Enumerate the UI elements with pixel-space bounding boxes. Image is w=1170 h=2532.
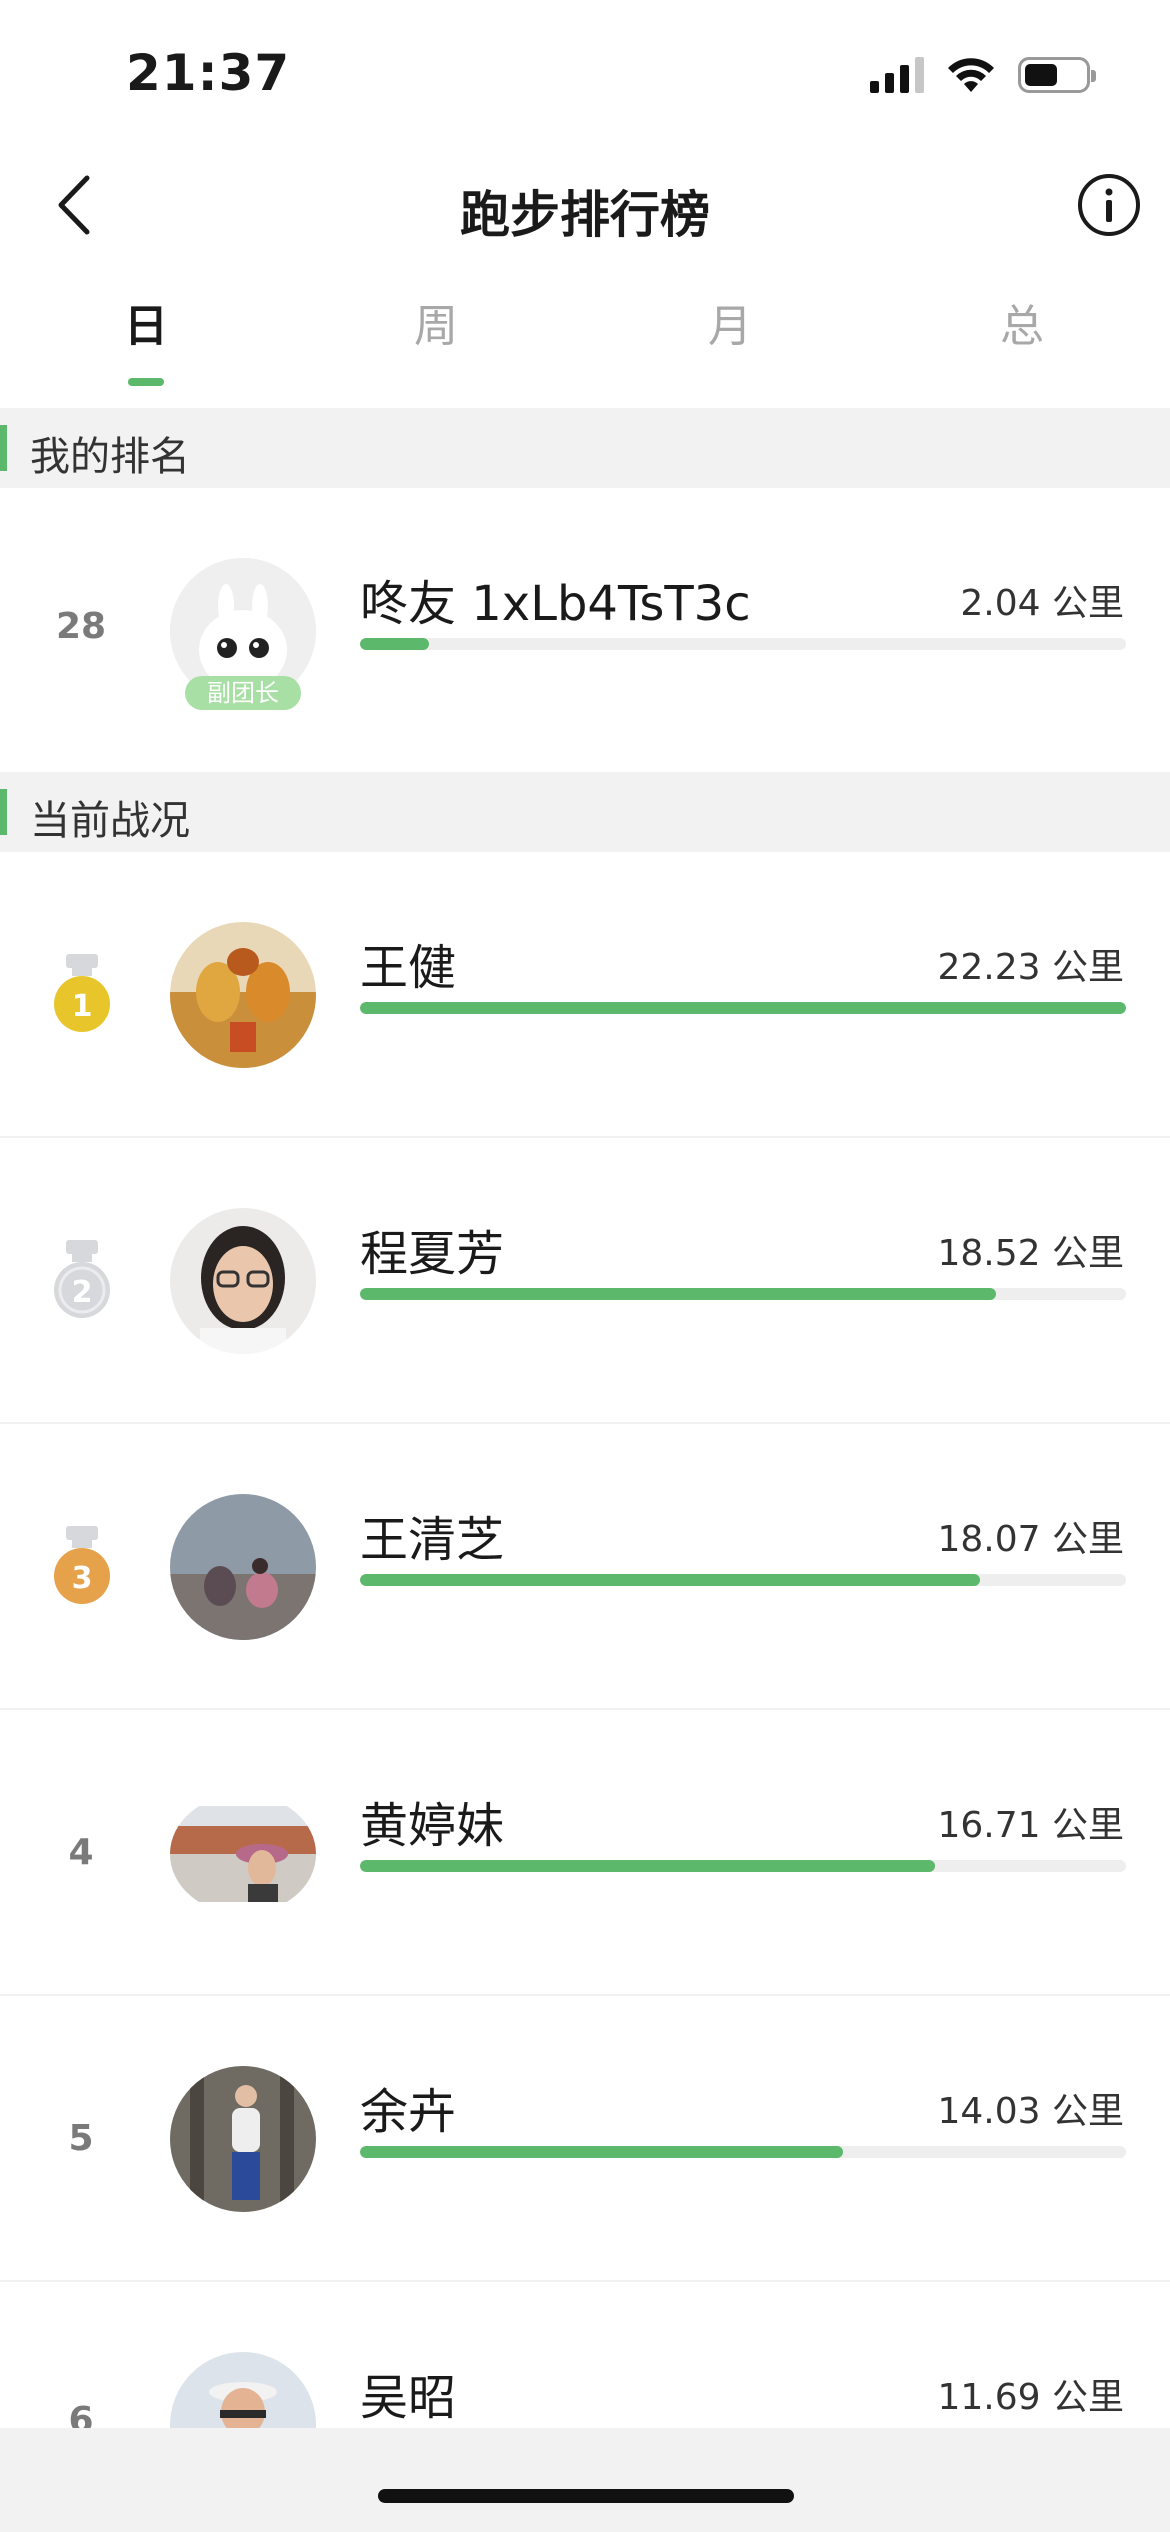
home-indicator[interactable] (378, 2489, 794, 2503)
progress-bar (360, 638, 1126, 650)
distance-value: 18.07 公里 (937, 1519, 1124, 1560)
progress-fill (360, 638, 429, 650)
tab-label: 日 (124, 301, 168, 352)
status-time: 21:37 (126, 44, 291, 102)
tab-day[interactable]: 日 (86, 290, 206, 386)
section-title: 当前战况 (30, 798, 190, 844)
tab-label: 周 (414, 301, 458, 352)
user-name: 程夏芳 (360, 1226, 505, 1282)
tab-label: 月 (708, 301, 752, 352)
progress-bar (360, 2146, 1126, 2158)
progress-bar (360, 1574, 1126, 1586)
medal-number: 3 (72, 1561, 93, 1596)
distance-value: 14.03 公里 (937, 2091, 1124, 2132)
section-title: 我的排名 (30, 434, 190, 480)
rank-number: 4 (68, 1832, 94, 1873)
battery-icon (1018, 57, 1096, 93)
rank-number: 28 (55, 606, 107, 647)
distance-value: 22.23 公里 (937, 947, 1124, 988)
info-circle-icon[interactable] (1076, 172, 1142, 238)
silver-medal-icon: 2 (50, 1238, 114, 1322)
progress-bar (360, 1288, 1126, 1300)
section-header-current: 当前战况 (0, 772, 1170, 852)
my-rank-row[interactable]: 28 咚友 1xLb4TsT3c 2.04 公里 (0, 488, 1170, 774)
role-badge: 副团长 (185, 676, 301, 710)
user-name: 王清芝 (360, 1512, 505, 1568)
distance-value: 11.69 公里 (937, 2377, 1124, 2418)
avatar[interactable] (170, 1494, 316, 1640)
tab-month[interactable]: 月 (670, 290, 790, 354)
rank-number: 5 (68, 2118, 94, 2159)
medal-number: 2 (72, 1275, 93, 1310)
leaderboard-row[interactable]: 6 吴昭 11.69 公里 (0, 2282, 1170, 2428)
progress-fill (360, 1002, 1126, 1014)
wifi-icon (946, 56, 996, 94)
gold-medal-icon: 1 (50, 952, 114, 1036)
status-bar: 21:37 (0, 0, 1170, 150)
leaderboard-row[interactable]: 5 余卉 14.03 公里 (0, 1996, 1170, 2282)
progress-fill (360, 1574, 981, 1586)
tab-total[interactable]: 总 (962, 290, 1082, 354)
leaderboard-row[interactable]: 4 黄婷妹 16.71 公里 (0, 1710, 1170, 1996)
user-name: 吴昭 (360, 2370, 457, 2426)
medal-number: 1 (72, 989, 93, 1024)
leaderboard-row[interactable]: 1 王健 22.23 公里 (0, 852, 1170, 1138)
section-header-my-rank: 我的排名 (0, 408, 1170, 488)
distance-value: 18.52 公里 (937, 1233, 1124, 1274)
tab-active-indicator (128, 378, 164, 386)
distance-value: 2.04 公里 (960, 583, 1124, 624)
tab-label: 总 (1000, 301, 1044, 352)
section-accent-bar (0, 789, 7, 835)
cellular-signal-icon (870, 57, 924, 93)
progress-bar (360, 1860, 1126, 1872)
status-icons (870, 56, 1096, 94)
leaderboard-row[interactable]: 3 王清芝 18.07 公里 (0, 1424, 1170, 1710)
progress-fill (360, 1288, 996, 1300)
leaderboard-row[interactable]: 2 程夏芳 18.52 公里 (0, 1138, 1170, 1424)
avatar[interactable] (170, 2066, 316, 2212)
user-name: 余卉 (360, 2084, 457, 2140)
user-name: 咚友 1xLb4TsT3c (360, 576, 751, 632)
avatar[interactable] (170, 922, 316, 1068)
progress-bar (360, 1002, 1126, 1014)
avatar[interactable] (170, 1806, 316, 1902)
progress-fill (360, 1860, 935, 1872)
distance-value: 16.71 公里 (937, 1805, 1124, 1846)
nav-bar: 跑步排行榜 (0, 150, 1170, 260)
bronze-medal-icon: 3 (50, 1524, 114, 1608)
rank-number: 6 (68, 2400, 94, 2428)
section-accent-bar (0, 425, 7, 471)
tab-week[interactable]: 周 (376, 290, 496, 354)
user-name: 王健 (360, 940, 457, 996)
bottom-safe-area (0, 2428, 1170, 2532)
page-title: 跑步排行榜 (460, 186, 710, 244)
period-tabs: 日 周 月 总 (0, 290, 1170, 398)
avatar[interactable] (170, 2352, 316, 2428)
user-name: 黄婷妹 (360, 1798, 505, 1854)
avatar[interactable] (170, 1208, 316, 1354)
progress-fill (360, 2146, 843, 2158)
